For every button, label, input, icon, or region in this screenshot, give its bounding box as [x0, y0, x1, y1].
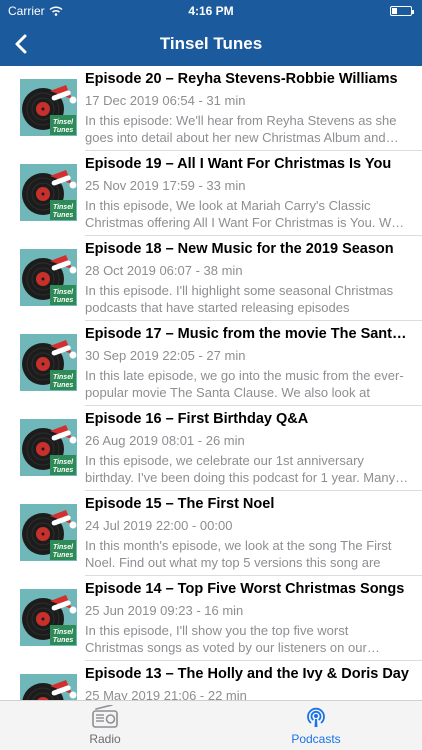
- artwork-text-line2: Tunes: [53, 297, 74, 304]
- tab-radio[interactable]: Radio: [45, 705, 165, 749]
- episode-description: In this episode: We'll hear from Reyha S…: [85, 113, 397, 145]
- podcast-artwork: TinselTunes: [20, 419, 77, 476]
- battery-icon: [390, 6, 414, 16]
- artwork-text-line2: Tunes: [53, 637, 74, 644]
- tab-radio-label: Radio: [89, 732, 121, 746]
- episode-title: Episode 13 – The Holly and the Ivy & Dor…: [85, 666, 409, 682]
- status-time: 4:16 PM: [188, 4, 234, 18]
- episode-description: In this episode. I'll highlight some sea…: [85, 283, 394, 315]
- page-title: Tinsel Tunes: [159, 34, 263, 53]
- podcast-icon: [307, 707, 325, 727]
- episode-title: Episode 14 – Top Five Worst Christmas So…: [85, 581, 405, 597]
- episode-date-duration: 26 Aug 2019 08:01 - 26 min: [85, 433, 245, 448]
- artwork-text-line1: Tinsel: [53, 374, 74, 381]
- artwork-text-line1: Tinsel: [53, 119, 74, 126]
- episode-title: Episode 15 – The First Noel: [85, 496, 275, 512]
- artwork-text-line2: Tunes: [53, 212, 74, 219]
- artwork-text-line2: Tunes: [53, 552, 74, 559]
- episode-list[interactable]: Tinsel Tunes Episode 20 – Reyha Stevens-Ro…: [0, 66, 422, 700]
- episode-title: Episode 20 – Reyha Stevens-Robbie Willia…: [85, 71, 398, 87]
- artwork-text-line2: Tunes: [53, 382, 74, 389]
- tab-bar: Radio Podcasts: [0, 700, 422, 750]
- tab-podcasts[interactable]: Podcasts: [256, 705, 376, 749]
- podcast-artwork: TinselTunes: [20, 164, 77, 221]
- episode-row[interactable]: Tinsel Tunes Episode 20 – Reyha Stevens-Ro…: [0, 66, 422, 151]
- artwork-text-line1: Tinsel: [53, 459, 74, 466]
- episode-description: In this episode, we celebrate our 1st an…: [85, 453, 396, 485]
- navigation-bar: Tinsel Tunes: [0, 22, 422, 66]
- episode-date-duration: 25 May 2019 21:06 - 22 min: [85, 688, 247, 700]
- episode-date-duration: 30 Sep 2019 22:05 - 27 min: [85, 348, 246, 363]
- episode-row[interactable]: Tinsel Tunes Episode 16 – First Birthday Q…: [0, 406, 422, 491]
- artwork-text-line1: Tinsel: [53, 629, 74, 636]
- episode-description: In this month's episode, we look at the …: [85, 538, 392, 570]
- episode-row[interactable]: TinselTunes Episode 13 – The Holly and th…: [0, 661, 422, 700]
- header: Carrier 4:16 PM Tinsel Tunes: [0, 0, 422, 66]
- podcast-artwork: TinselTunes: [20, 674, 77, 700]
- episode-description: In this late episode, we go into the mus…: [85, 368, 404, 400]
- episode-date-duration: 28 Oct 2019 06:07 - 38 min: [85, 263, 243, 278]
- episode-row[interactable]: Tinsel Tunes Episode 15 – The First Noel 24…: [0, 491, 422, 576]
- episode-description: In this episode, We look at Mariah Carry…: [85, 198, 399, 230]
- podcast-artwork: TinselTunes: [20, 334, 77, 391]
- podcast-artwork: TinselTunes: [20, 589, 77, 646]
- tab-podcasts-label: Podcasts: [291, 732, 341, 746]
- episode-title: Episode 19 – All I Want For Christmas Is…: [85, 156, 392, 172]
- artwork-text-line1: Tinsel: [53, 204, 74, 211]
- episode-row[interactable]: Tinsel Tunes Episode 19 – All I Want For C…: [0, 151, 422, 236]
- artwork-text-line2: Tunes: [53, 467, 74, 474]
- episode-title: Episode 18 – New Music for the 2019 Seas…: [85, 241, 394, 257]
- episode-title: Episode 16 – First Birthday Q&A: [85, 411, 309, 427]
- podcast-artwork: TinselTunes: [20, 249, 77, 306]
- episode-row[interactable]: Tinsel Tunes Episode 18 – New Music for th…: [0, 236, 422, 321]
- episode-title: Episode 17 – Music from the movie The Sa…: [85, 326, 410, 342]
- episode-description: In this episode, I'll show you the top f…: [85, 623, 367, 655]
- episode-date-duration: 25 Jun 2019 09:23 - 16 min: [85, 603, 244, 618]
- artwork-text-line2: Tunes: [53, 127, 74, 134]
- episode-row[interactable]: Tinsel Tunes Episode 14 – Top Five Worst C…: [0, 576, 422, 661]
- artwork-text-line1: Tinsel: [53, 544, 74, 551]
- podcast-artwork: TinselTunes: [20, 504, 77, 561]
- episode-date-duration: 17 Dec 2019 06:54 - 31 min: [85, 93, 246, 108]
- radio-icon: [92, 705, 118, 728]
- episode-date-duration: 24 Jul 2019 22:00 - 00:00: [85, 518, 233, 533]
- artwork-text-line1: Tinsel: [53, 289, 74, 296]
- podcast-artwork: TinselTunes: [20, 79, 77, 136]
- episode-date-duration: 25 Nov 2019 17:59 - 33 min: [85, 178, 246, 193]
- status-bar: Carrier 4:16 PM: [0, 0, 422, 22]
- episode-row[interactable]: Tinsel Tunes Episode 17 – Music from the m…: [0, 321, 422, 406]
